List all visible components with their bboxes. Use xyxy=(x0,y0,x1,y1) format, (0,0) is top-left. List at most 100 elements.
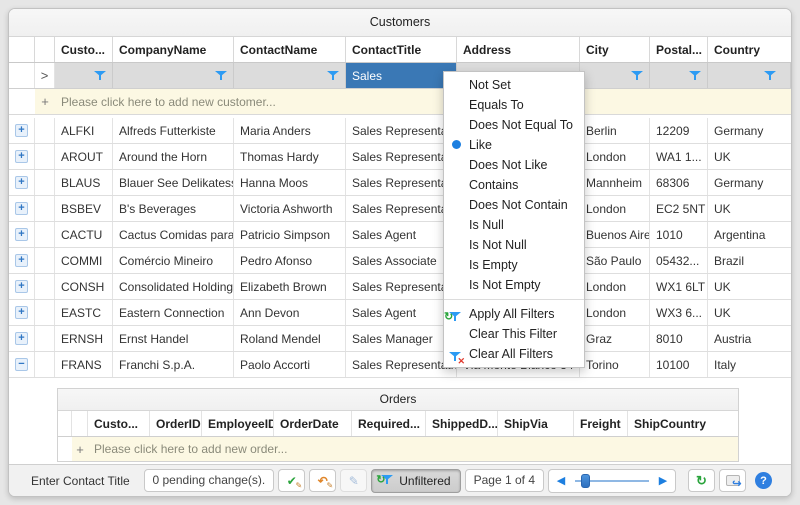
column-header-contacttitle[interactable]: ContactTitle xyxy=(346,37,457,62)
orders-column-shippeddate[interactable]: ShippedD... xyxy=(426,411,498,436)
cell-country[interactable]: Italy xyxy=(708,352,791,377)
cell-postal[interactable]: 12209 xyxy=(650,118,708,143)
cell-postal[interactable]: WX1 6LT xyxy=(650,274,708,299)
cell-city[interactable]: São Paulo xyxy=(580,248,650,273)
table-row[interactable]: +ALFKIAlfreds FutterkisteMaria AndersSal… xyxy=(9,118,791,144)
menu-item-clear-this-filter[interactable]: Clear This Filter xyxy=(444,324,584,344)
menu-item-is-null[interactable]: Is Null xyxy=(444,215,584,235)
menu-item-like[interactable]: Like xyxy=(444,135,584,155)
column-header-city[interactable]: City xyxy=(580,37,650,62)
cell-contact[interactable]: Paolo Accorti xyxy=(234,352,346,377)
expand-row-icon[interactable]: + xyxy=(15,254,28,267)
expand-row-icon[interactable]: + xyxy=(15,124,28,137)
cell-postal[interactable]: WA1 1... xyxy=(650,144,708,169)
table-row[interactable]: + CONSHConsolidated HoldingsElizabeth Bro… xyxy=(9,274,791,300)
cell-contact[interactable]: Maria Anders xyxy=(234,118,346,143)
cell-title[interactable]: Sales Representativ... xyxy=(346,196,457,221)
menu-item-does-not-contain[interactable]: Does Not Contain xyxy=(444,195,584,215)
cell-postal[interactable]: 1010 xyxy=(650,222,708,247)
menu-item-equals-to[interactable]: Equals To xyxy=(444,95,584,115)
orders-column-employeeid[interactable]: EmployeeID xyxy=(202,411,274,436)
expand-row-icon[interactable]: + xyxy=(15,228,28,241)
expand-row-icon[interactable]: + xyxy=(15,280,28,293)
cell-postal[interactable]: 10100 xyxy=(650,352,708,377)
column-header-postal[interactable]: Postal... xyxy=(650,37,708,62)
cell-city[interactable]: Buenos Aires xyxy=(580,222,650,247)
table-row[interactable]: + CACTUCactus Comidas para l...Patricio S… xyxy=(9,222,791,248)
new-customer-row[interactable]: + Please click here to add new customer.… xyxy=(9,89,791,115)
column-header-country[interactable]: Country xyxy=(708,37,791,62)
cell-city[interactable]: London xyxy=(580,196,650,221)
column-header-contactname[interactable]: ContactName xyxy=(234,37,346,62)
cell-country[interactable]: UK xyxy=(708,274,791,299)
expand-row-icon[interactable]: + xyxy=(15,176,28,189)
cell-company[interactable]: Cactus Comidas para l... xyxy=(113,222,234,247)
slider-thumb[interactable] xyxy=(581,474,590,488)
cell-contact[interactable]: Ann Devon xyxy=(234,300,346,325)
table-row[interactable]: +EASTCEastern ConnectionAnn DevonSales A… xyxy=(9,300,791,326)
cell-country[interactable]: Brazil xyxy=(708,248,791,273)
cell-postal[interactable]: EC2 5NT xyxy=(650,196,708,221)
column-header-customerid[interactable]: Custo... xyxy=(55,37,113,62)
expand-row-icon[interactable]: + xyxy=(15,332,28,345)
table-row[interactable]: +AROUTAround the HornThomas HardySales R… xyxy=(9,144,791,170)
menu-item-does-not-like[interactable]: Does Not Like xyxy=(444,155,584,175)
filter-cell-postal[interactable] xyxy=(650,63,708,88)
table-row[interactable]: +COMMIComércio MineiroPedro AfonsoSales … xyxy=(9,248,791,274)
unfiltered-toggle-button[interactable]: ↻ Unfiltered xyxy=(371,469,460,493)
cell-contact[interactable]: Elizabeth Brown xyxy=(234,274,346,299)
funnel-icon[interactable] xyxy=(327,70,339,81)
expand-row-icon[interactable]: + xyxy=(15,202,28,215)
cell-company[interactable]: Consolidated Holdings xyxy=(113,274,234,299)
menu-item-not-set[interactable]: Not Set xyxy=(444,75,584,95)
orders-column-orderid[interactable]: OrderID xyxy=(150,411,202,436)
cell-id[interactable]: CACTU xyxy=(55,222,113,247)
cell-title[interactable]: Sales Agent xyxy=(346,222,457,247)
cell-id[interactable]: CONSH xyxy=(55,274,113,299)
cell-postal[interactable]: 8010 xyxy=(650,326,708,351)
filter-cell-contactname[interactable] xyxy=(234,63,346,88)
expand-row-icon[interactable]: + xyxy=(15,306,28,319)
help-button[interactable]: ? xyxy=(750,469,777,492)
cell-id[interactable]: BLAUS xyxy=(55,170,113,195)
cell-country[interactable]: UK xyxy=(708,300,791,325)
funnel-icon[interactable] xyxy=(631,70,643,81)
cell-city[interactable]: Mannheim xyxy=(580,170,650,195)
menu-item-contains[interactable]: Contains xyxy=(444,175,584,195)
cancel-changes-button[interactable]: ↶ ✎ xyxy=(309,469,336,492)
cell-company[interactable]: Ernst Handel xyxy=(113,326,234,351)
table-row[interactable]: +ERNSHErnst HandelRoland MendelSales Man… xyxy=(9,326,791,352)
new-order-prompt[interactable]: Please click here to add new order... xyxy=(88,437,738,461)
orders-column-customerid[interactable]: Custo... xyxy=(88,411,150,436)
column-header-address[interactable]: Address xyxy=(457,37,580,62)
cell-title[interactable]: Sales Representativ... xyxy=(346,170,457,195)
cell-id[interactable]: BSBEV xyxy=(55,196,113,221)
cell-contact[interactable]: Patricio Simpson xyxy=(234,222,346,247)
menu-item-is-empty[interactable]: Is Empty xyxy=(444,255,584,275)
cell-country[interactable]: Germany xyxy=(708,118,791,143)
prev-page-button[interactable]: ◀ xyxy=(549,474,573,487)
cell-country[interactable]: Germany xyxy=(708,170,791,195)
cell-title[interactable]: Sales Manager xyxy=(346,326,457,351)
cell-country[interactable]: Argentina xyxy=(708,222,791,247)
cell-title[interactable]: Sales Associate xyxy=(346,248,457,273)
cell-contact[interactable]: Thomas Hardy xyxy=(234,144,346,169)
menu-item-does-not-equal-to[interactable]: Does Not Equal To xyxy=(444,115,584,135)
orders-column-orderdate[interactable]: OrderDate xyxy=(274,411,352,436)
cell-company[interactable]: Blauer See Delikatessen xyxy=(113,170,234,195)
expand-row-icon[interactable]: + xyxy=(15,150,28,163)
cell-city[interactable]: Berlin xyxy=(580,118,650,143)
cell-contact[interactable]: Hanna Moos xyxy=(234,170,346,195)
collapse-row-icon[interactable]: − xyxy=(15,358,28,371)
table-row[interactable]: −FRANSFranchi S.p.A.Paolo AccortiSales R… xyxy=(9,352,791,378)
post-changes-button[interactable]: ✔ ✎ xyxy=(278,469,305,492)
menu-item-apply-all-filters[interactable]: ↻Apply All Filters xyxy=(444,304,584,324)
cell-company[interactable]: Alfreds Futterkiste xyxy=(113,118,234,143)
filter-cell-country[interactable] xyxy=(708,63,791,88)
cell-id[interactable]: ERNSH xyxy=(55,326,113,351)
cell-city[interactable]: London xyxy=(580,144,650,169)
cell-postal[interactable]: WX3 6... xyxy=(650,300,708,325)
menu-item-is-not-empty[interactable]: Is Not Empty xyxy=(444,275,584,295)
cell-company[interactable]: Comércio Mineiro xyxy=(113,248,234,273)
cell-country[interactable]: UK xyxy=(708,144,791,169)
